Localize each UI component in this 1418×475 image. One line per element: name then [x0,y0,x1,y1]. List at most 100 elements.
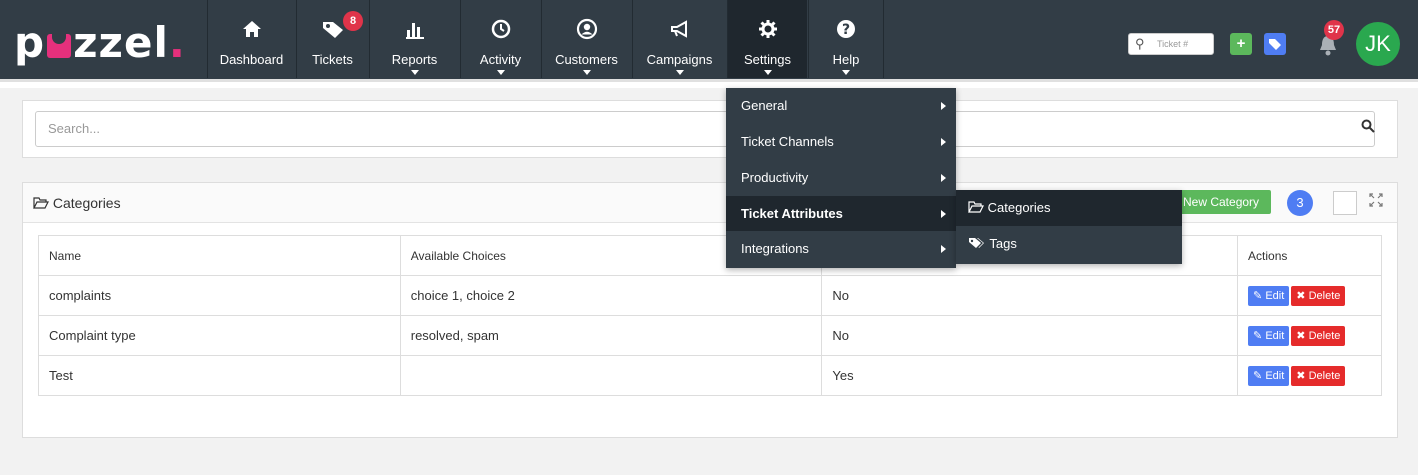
menu-item-ticket-channels[interactable]: Ticket Channels [726,124,956,159]
search-icon: ⚲ [1135,36,1145,51]
user-circle-icon [542,18,631,45]
delete-icon: ✖ [1296,329,1306,342]
menu-item-productivity[interactable]: Productivity [726,160,956,195]
logo-u-mark [47,30,72,58]
nav-reports[interactable]: Reports [369,0,459,78]
category-name: complaints [38,275,401,316]
menu-item-label: General [741,98,788,113]
nav-activity[interactable]: Activity [460,0,540,78]
panel-title-text: Categories [52,195,121,211]
nav-label: Activity [479,52,522,67]
delete-button[interactable]: ✖ Delete [1291,365,1346,386]
logo-dot: . [168,18,186,67]
delete-icon: ✖ [1296,289,1306,302]
nav-tickets[interactable]: 8 Tickets [296,0,368,78]
logo-text-end: zzel [73,18,169,67]
category-choices [399,355,823,396]
nav-dashboard[interactable]: Dashboard [207,0,295,78]
question-icon: ? [809,18,883,45]
chevron-down-icon [763,70,772,75]
settings-dropdown-menu: General Ticket Channels Productivity Tic… [726,88,956,268]
edit-button[interactable]: ✎ Edit [1248,285,1290,306]
menu-item-label: Ticket Channels [741,134,834,149]
edit-label: Edit [1265,369,1285,382]
top-bar: p zzel. Dashboard 8 Tickets Reports Acti… [0,0,1418,88]
new-category-button[interactable]: New Category [1175,190,1271,214]
folder-open-icon [33,197,49,209]
table-row: complaints choice 1, choice 2 No ✎ Edit ✖… [38,275,1382,316]
tag-button[interactable] [1264,33,1286,55]
select-all-checkbox[interactable] [1333,191,1357,215]
edit-label: Edit [1265,329,1285,342]
edit-button[interactable]: ✎ Edit [1248,325,1290,346]
search-panel: Search... [22,100,1398,158]
panel-header: Categories New Category 3 [23,183,1397,223]
tickets-count-badge: 8 [343,11,363,31]
history-icon [461,18,540,45]
column-header-name: Name [38,235,401,276]
main-navbar: p zzel. Dashboard 8 Tickets Reports Acti… [0,0,1418,82]
table-row: Test Yes ✎ Edit ✖ Delete [38,355,1382,396]
nav-label: Customers [555,52,618,67]
megaphone-icon [633,18,726,45]
expand-icon[interactable] [1369,193,1383,210]
ticket-search-placeholder: Ticket # [1157,39,1189,49]
row-actions: ✎ Edit ✖ Delete [1237,355,1382,396]
edit-icon: ✎ [1253,329,1263,342]
delete-button[interactable]: ✖ Delete [1291,285,1346,306]
chevron-down-icon [410,70,419,75]
chevron-right-icon [941,210,946,218]
delete-button[interactable]: ✖ Delete [1291,325,1346,346]
menu-item-ticket-attributes[interactable]: Ticket Attributes [726,196,956,231]
add-button[interactable]: + [1230,33,1252,55]
chevron-right-icon [941,102,946,110]
puzzel-logo[interactable]: p zzel. [14,20,186,66]
nav-label: Tickets [312,52,353,67]
user-avatar[interactable]: JK [1356,22,1400,66]
nav-label: Campaigns [646,52,713,67]
nav-customers[interactable]: Customers [541,0,631,78]
menu-item-label: Integrations [741,241,809,256]
nav-help[interactable]: ? Help [808,0,884,78]
folder-open-icon [968,201,984,213]
row-actions: ✎ Edit ✖ Delete [1237,315,1382,356]
search-input[interactable]: Search... [35,111,1375,147]
logo-text-start: p [14,18,46,67]
delete-icon: ✖ [1296,369,1306,382]
ticket-number-search[interactable]: ⚲ Ticket # [1128,33,1214,55]
category-choices: choice 1, choice 2 [399,275,823,316]
svg-text:?: ? [842,22,850,38]
chevron-down-icon [582,70,591,75]
category-choices: resolved, spam [399,315,823,356]
submenu-item-tags[interactable]: Tags [956,226,1182,262]
edit-button[interactable]: ✎ Edit [1248,365,1290,386]
delete-label: Delete [1308,369,1341,382]
menu-item-general[interactable]: General [726,88,956,123]
notification-count-badge: 57 [1324,20,1344,40]
edit-icon: ✎ [1253,369,1263,382]
menu-item-integrations[interactable]: Integrations [726,231,956,266]
category-value: No [821,275,1239,316]
chevron-down-icon [496,70,505,75]
nav-settings[interactable]: Settings [727,0,807,78]
notifications-button[interactable]: 57 [1318,20,1344,56]
edit-label: Edit [1265,289,1285,302]
nav-campaigns[interactable]: Campaigns [632,0,726,78]
home-icon [208,18,295,45]
delete-label: Delete [1308,329,1341,342]
submenu-item-categories[interactable]: Categories [956,190,1182,226]
chevron-right-icon [941,138,946,146]
chevron-down-icon [675,70,684,75]
category-name: Complaint type [38,315,401,356]
plus-icon: + [1236,35,1246,52]
nav-label: Settings [744,52,791,67]
delete-label: Delete [1308,289,1341,302]
search-icon[interactable] [1361,119,1375,138]
row-actions: ✎ Edit ✖ Delete [1237,275,1382,316]
panel-title: Categories [33,195,121,211]
menu-item-label: Productivity [741,170,809,185]
chevron-right-icon [941,245,946,253]
column-header-actions: Actions [1237,235,1382,276]
category-value: Yes [821,355,1239,396]
table-row: Complaint type resolved, spam No ✎ Edit ✖… [38,315,1382,356]
